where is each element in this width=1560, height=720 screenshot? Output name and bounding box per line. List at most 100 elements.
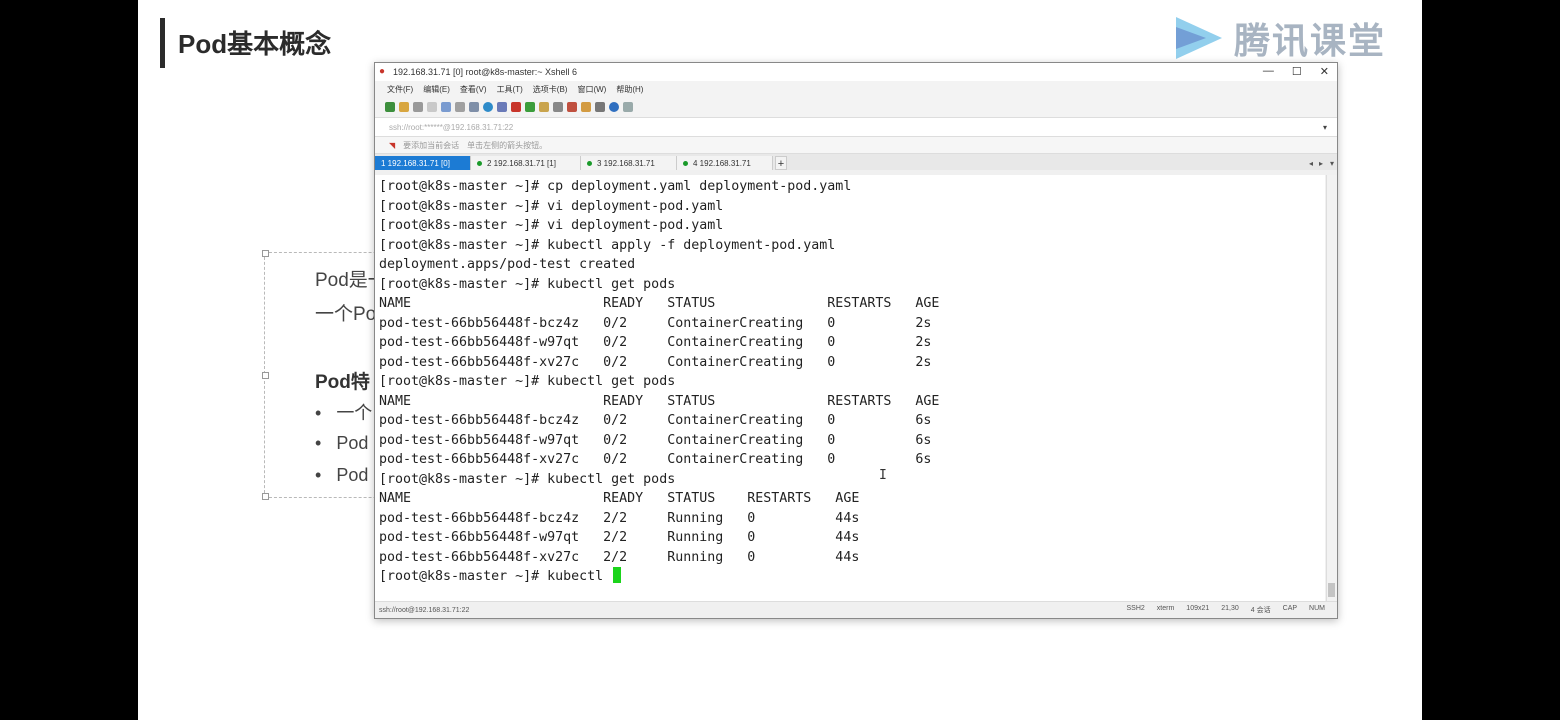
xshell-window[interactable]: ● 192.168.31.71 [0] root@k8s-master:~ Xs…: [374, 62, 1338, 619]
resize-handle[interactable]: [262, 493, 269, 500]
terminal-line: pod-test-66bb56448f-bcz4z 0/2 ContainerC…: [379, 413, 932, 428]
status-size: 109x21: [1186, 605, 1210, 612]
chevron-down-icon[interactable]: ▾: [1323, 123, 1327, 132]
logo-text: 腾讯课堂: [1234, 20, 1387, 61]
window-title: 192.168.31.71 [0] root@k8s-master:~ Xshe…: [393, 67, 577, 77]
lock-icon[interactable]: [539, 102, 549, 112]
script-icon[interactable]: [525, 102, 535, 112]
address-input[interactable]: ssh://root:******@192.168.31.71:22: [389, 123, 513, 132]
terminal-line: pod-test-66bb56448f-xv27c 0/2 ContainerC…: [379, 452, 932, 467]
terminal-output[interactable]: [root@k8s-master ~]# cp deployment.yaml …: [375, 175, 1325, 601]
slide-title: Pod基本概念: [178, 29, 332, 59]
connected-dot-icon: [587, 160, 592, 166]
menu-window[interactable]: 窗口(W): [577, 84, 606, 95]
terminal-line: pod-test-66bb56448f-bcz4z 2/2 Running 0 …: [379, 510, 860, 526]
window-titlebar[interactable]: ● 192.168.31.71 [0] root@k8s-master:~ Xs…: [375, 63, 1337, 81]
resize-handle[interactable]: [262, 250, 269, 257]
add-tab-icon[interactable]: +: [775, 156, 787, 170]
terminal-line: pod-test-66bb56448f-xv27c 0/2 ContainerC…: [379, 354, 932, 370]
links-bar: ◥ 要添加当前会话 单击左侧的箭头按钮。: [375, 137, 1337, 154]
compose-icon[interactable]: [581, 102, 591, 112]
xftp-icon[interactable]: [511, 102, 521, 112]
bullet-item: • 一个: [315, 403, 373, 423]
tab-list-icon[interactable]: ▾: [1330, 159, 1334, 168]
text-line: 一个Po: [315, 304, 377, 325]
tab-scroll-right-icon[interactable]: ▸: [1319, 159, 1323, 168]
bullet-item: • Pod: [315, 433, 369, 453]
menu-edit[interactable]: 编辑(E): [423, 84, 450, 95]
mouse-ibeam-icon: I: [879, 468, 887, 483]
menu-view[interactable]: 查看(V): [460, 84, 487, 95]
menu-help[interactable]: 帮助(H): [616, 84, 643, 95]
resize-handle[interactable]: [262, 372, 269, 379]
menu-tools[interactable]: 工具(T): [497, 84, 523, 95]
terminal-prompt: [root@k8s-master ~]# kubectl: [379, 569, 612, 584]
new-session-icon[interactable]: [385, 102, 395, 112]
scrollbar-thumb[interactable]: [1328, 583, 1335, 597]
menu-tab[interactable]: 选项卡(B): [533, 84, 568, 95]
tab-session-2[interactable]: 2 192.168.31.71 [1]: [471, 156, 581, 170]
terminal-line: pod-test-66bb56448f-xv27c 2/2 Running 0 …: [379, 549, 860, 565]
bullet-item: • Pod: [315, 465, 369, 485]
text-heading: Pod特: [315, 372, 370, 393]
terminal-line: pod-test-66bb56448f-bcz4z 0/2 ContainerC…: [379, 315, 932, 331]
connected-dot-icon: [683, 160, 688, 166]
terminal-line: [root@k8s-master ~]# vi deployment-pod.y…: [379, 198, 724, 214]
open-folder-icon[interactable]: [399, 102, 409, 112]
terminal-line: deployment.apps/pod-test created: [379, 257, 636, 272]
pen-icon[interactable]: [567, 102, 577, 112]
status-terminal-type: xterm: [1156, 605, 1175, 612]
status-cursor-pos: 21,30: [1221, 605, 1239, 612]
terminal-line: [root@k8s-master ~]# kubectl get pods: [379, 471, 676, 487]
bookmark-icon: ◥: [389, 140, 396, 150]
terminal-line: pod-test-66bb56448f-w97qt 2/2 Running 0 …: [379, 530, 860, 545]
terminal-line: pod-test-66bb56448f-w97qt 0/2 ContainerC…: [379, 335, 932, 350]
session-tabs: 1 192.168.31.71 [0] 2 192.168.31.71 [1] …: [375, 154, 1337, 170]
keyboard-icon[interactable]: [553, 102, 563, 112]
tab-session-3[interactable]: 3 192.168.31.71: [581, 156, 677, 170]
title-accent-bar: [160, 18, 165, 68]
tab-session-4[interactable]: 4 192.168.31.71: [677, 156, 773, 170]
menu-file[interactable]: 文件(F): [387, 84, 413, 95]
status-num: NUM: [1309, 605, 1325, 612]
options-icon[interactable]: [623, 102, 633, 112]
terminal-line: [root@k8s-master ~]# kubectl get pods: [379, 374, 676, 389]
links-hint: 要添加当前会话: [403, 140, 460, 150]
terminal-scrollbar[interactable]: [1326, 175, 1337, 601]
status-connection: ssh://root@192.168.31.71:22: [379, 606, 470, 614]
terminal-line: NAME READY STATUS RESTARTS AGE: [379, 491, 860, 506]
play-logo-icon: [1176, 17, 1222, 59]
close-icon[interactable]: ✕: [1320, 65, 1329, 78]
terminal-line: NAME READY STATUS RESTARTS AGE: [379, 393, 940, 409]
properties-icon[interactable]: [469, 102, 479, 112]
xshell-app-icon: ●: [379, 66, 386, 77]
address-bar[interactable]: ssh://root:******@192.168.31.71:22 ▾: [375, 118, 1337, 137]
terminal-line: [root@k8s-master ~]# kubectl apply -f de…: [379, 237, 836, 253]
tab-scroll-left-icon[interactable]: ◂: [1309, 159, 1313, 168]
help-icon[interactable]: [609, 102, 619, 112]
terminal-line: NAME READY STATUS RESTARTS AGE: [379, 296, 940, 311]
links-hint-2: 单击左侧的箭头按钮。: [467, 140, 548, 150]
copy-icon[interactable]: [441, 102, 451, 112]
maximize-icon[interactable]: ☐: [1292, 65, 1302, 78]
status-protocol: SSH2: [1126, 605, 1145, 612]
layout-icon[interactable]: [595, 102, 605, 112]
connected-dot-icon: [477, 160, 482, 166]
minimize-icon[interactable]: —: [1263, 65, 1274, 78]
font-icon[interactable]: [497, 102, 507, 112]
terminal-line: [root@k8s-master ~]# kubectl get pods: [379, 276, 676, 292]
find-icon[interactable]: [455, 102, 465, 112]
disconnect-icon[interactable]: [413, 102, 423, 112]
menu-bar: 文件(F) 编辑(E) 查看(V) 工具(T) 选项卡(B) 窗口(W) 帮助(…: [375, 81, 1337, 97]
terminal-line: pod-test-66bb56448f-w97qt 0/2 ContainerC…: [379, 432, 932, 448]
reconnect-icon[interactable]: [427, 102, 437, 112]
terminal-cursor: [613, 567, 622, 583]
status-bar: ssh://root@192.168.31.71:22 SSH2 xterm 1…: [375, 601, 1337, 618]
toolbar: [375, 97, 1337, 118]
terminal-prompt-line: [root@k8s-master ~]# kubectl: [379, 567, 622, 587]
tab-session-1[interactable]: 1 192.168.31.71 [0]: [375, 156, 471, 170]
terminal-line: [root@k8s-master ~]# vi deployment-pod.y…: [379, 218, 724, 233]
terminal-line: [root@k8s-master ~]# cp deployment.yaml …: [379, 179, 852, 194]
globe-icon[interactable]: [483, 102, 493, 112]
status-sessions: 4 会话: [1250, 607, 1271, 614]
